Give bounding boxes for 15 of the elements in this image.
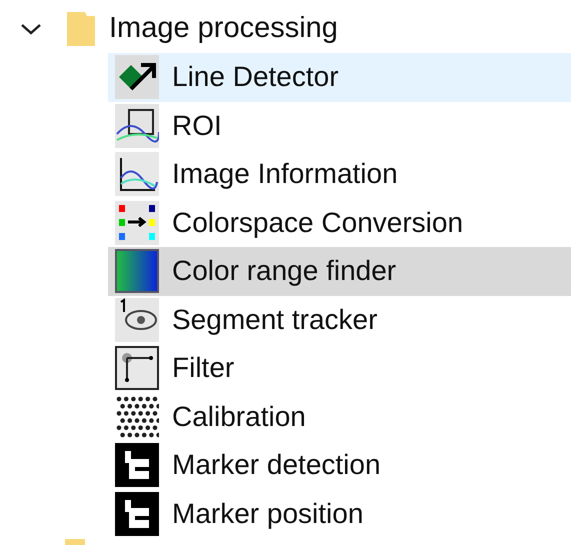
tree-item-label: Segment tracker (172, 302, 378, 337)
tree-item[interactable]: Segment tracker (108, 296, 571, 344)
tree-item-label: Calibration (172, 400, 306, 434)
tree-item[interactable]: Color range finder (108, 247, 571, 296)
tree-item[interactable]: Line Detector (108, 53, 571, 102)
tree-item-label: Color range finder (172, 254, 396, 288)
tree-item-label: Image Information (172, 157, 398, 192)
tree-item[interactable]: ROI (108, 102, 571, 150)
tree-item-label: Filter (172, 351, 234, 386)
tree-item-label: Marker detection (172, 448, 381, 482)
tree-item-label: Colorspace Conversion (172, 206, 464, 240)
tree-item-label: Line Detector (172, 60, 339, 94)
tree-item-label: ROI (172, 108, 222, 143)
tree-item-label[interactable]: Image processing (109, 7, 338, 51)
tree-item-label: Marker position (172, 496, 364, 531)
